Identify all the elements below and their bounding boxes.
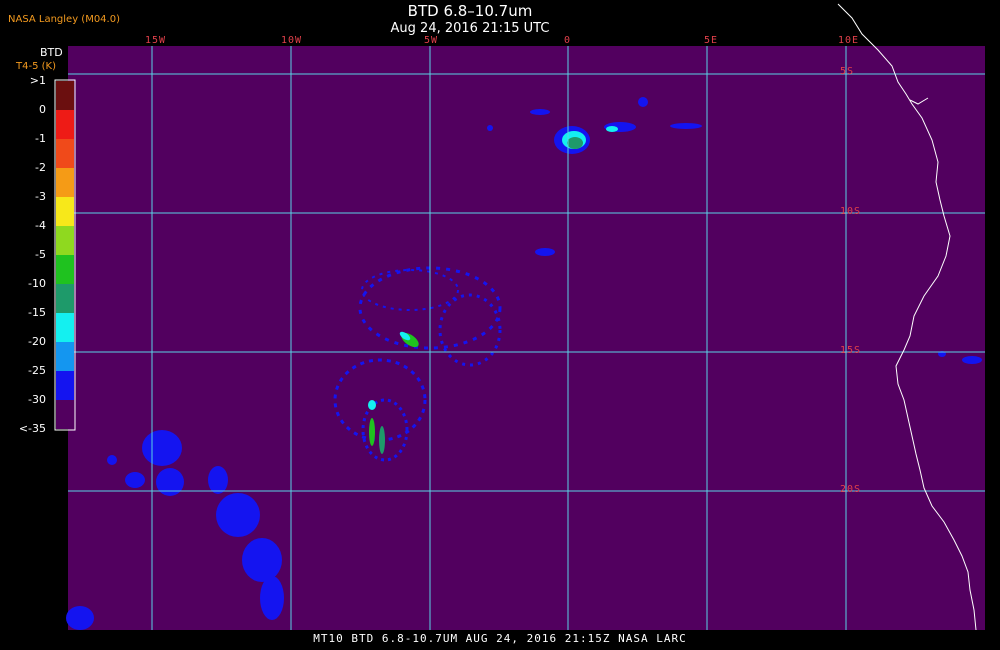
cloud-sw-3 bbox=[208, 466, 228, 494]
cloud-sw-6 bbox=[260, 576, 284, 620]
legend-swatch bbox=[56, 197, 74, 226]
cloud-sw-7 bbox=[125, 472, 145, 488]
legend-swatch bbox=[56, 139, 74, 168]
lon-label-10w: 10W bbox=[281, 35, 303, 46]
cloud-east-1 bbox=[962, 356, 982, 364]
lat-label-10s: 10S bbox=[840, 206, 862, 217]
legend-swatch bbox=[56, 226, 74, 255]
cloud-sw-5 bbox=[242, 538, 282, 582]
legend-swatch bbox=[56, 81, 74, 110]
cloud-south-green1 bbox=[369, 418, 375, 446]
map-background bbox=[68, 46, 985, 630]
legend-label: 0 bbox=[39, 103, 46, 116]
legend-swatch bbox=[56, 255, 74, 284]
legend-label: <-35 bbox=[18, 422, 46, 435]
cloud-ne-cyan2 bbox=[606, 126, 618, 132]
legend-swatch bbox=[56, 110, 74, 139]
legend-label: >1 bbox=[29, 74, 46, 87]
legend-label: -4 bbox=[35, 219, 46, 232]
cloud-ne-north bbox=[638, 97, 648, 107]
cloud-sw-8 bbox=[66, 606, 94, 630]
lon-label-15w: 15W bbox=[145, 35, 167, 46]
map-title: BTD 6.8–10.7um bbox=[407, 2, 533, 20]
cloud-south-green2 bbox=[379, 426, 385, 454]
cloud-ne-green bbox=[567, 137, 583, 149]
legend-label: -10 bbox=[28, 277, 46, 290]
lat-label-5s: 5S bbox=[840, 66, 855, 77]
legend-label: -20 bbox=[28, 335, 46, 348]
lon-label-0: 0 bbox=[564, 35, 572, 46]
legend-swatch bbox=[56, 313, 74, 342]
legend-label: -2 bbox=[35, 161, 46, 174]
map-timestamp: Aug 24, 2016 21:15 UTC bbox=[390, 21, 550, 36]
cloud-south-cyan bbox=[368, 400, 376, 410]
legend-label: -3 bbox=[35, 190, 46, 203]
cloud-sw-1 bbox=[142, 430, 182, 466]
legend-label: -25 bbox=[28, 364, 46, 377]
legend-swatch bbox=[56, 342, 74, 371]
cloud-ne-west bbox=[530, 109, 550, 115]
cloud-sw-4 bbox=[216, 493, 260, 537]
cloud-sw-2 bbox=[156, 468, 184, 496]
legend-label: -15 bbox=[28, 306, 46, 319]
lon-label-5w: 5W bbox=[424, 35, 439, 46]
lat-label-15s: 15S bbox=[840, 345, 862, 356]
cloud-ne-tail bbox=[670, 123, 702, 129]
satellite-map[interactable] bbox=[0, 0, 1000, 650]
legend-swatch bbox=[56, 284, 74, 313]
cloud-east-3 bbox=[535, 248, 555, 256]
legend-label: -30 bbox=[28, 393, 46, 406]
lon-label-10e: 10E bbox=[838, 35, 860, 46]
footer-caption: MT10 BTD 6.8-10.7UM AUG 24, 2016 21:15Z … bbox=[313, 632, 687, 645]
cloud-sw-9 bbox=[107, 455, 117, 465]
legend-label: -5 bbox=[35, 248, 46, 261]
legend-swatch bbox=[56, 400, 74, 429]
legend-label: -1 bbox=[35, 132, 46, 145]
lon-label-5e: 5E bbox=[704, 35, 719, 46]
legend-swatch bbox=[56, 371, 74, 400]
legend-swatch bbox=[56, 168, 74, 197]
cloud-east-4 bbox=[487, 125, 493, 131]
lat-label-20s: 20S bbox=[840, 484, 862, 495]
